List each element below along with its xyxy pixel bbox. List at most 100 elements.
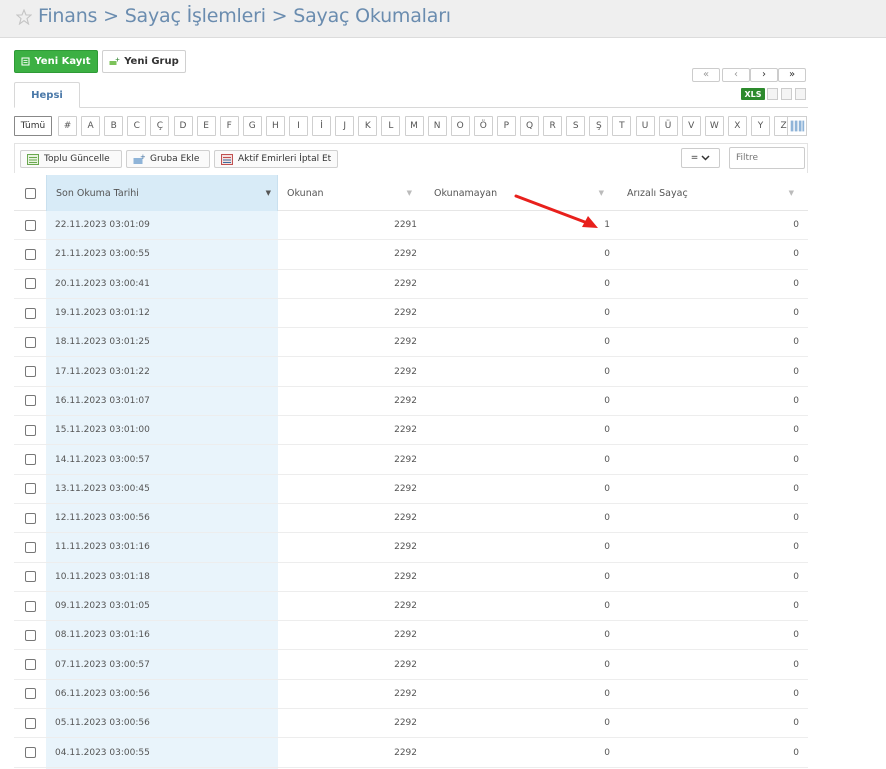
row-checkbox[interactable] [24, 512, 36, 524]
table-row[interactable]: 12.11.2023 03:00:56 2292 0 0 [14, 504, 808, 534]
row-checkbox[interactable] [24, 454, 36, 466]
letter-filter-button[interactable]: Y [751, 116, 770, 136]
letter-filter-button[interactable]: P [496, 116, 516, 136]
table-row[interactable]: 15.11.2023 03:01:00 2292 0 0 [14, 416, 808, 446]
row-checkbox[interactable] [24, 366, 36, 378]
letter-filter-button[interactable]: G [242, 116, 262, 136]
letter-filter-button[interactable]: X [727, 116, 747, 136]
row-checkbox[interactable] [24, 629, 36, 641]
row-checkbox[interactable] [24, 248, 36, 260]
letter-filter-button[interactable]: M [404, 116, 424, 136]
table-row[interactable]: 08.11.2023 03:01:16 2292 0 0 [14, 621, 808, 651]
new-group-button[interactable]: + Yeni Grup [102, 50, 186, 73]
next-page-button[interactable]: › [750, 68, 778, 82]
row-checkbox[interactable] [24, 717, 36, 729]
letter-filter-button[interactable]: Ç [150, 116, 170, 136]
letter-filter-all[interactable]: Tümü [14, 116, 52, 136]
table-row[interactable]: 16.11.2023 03:01:07 2292 0 0 [14, 387, 808, 417]
filter-input[interactable] [729, 147, 805, 169]
letter-filter-button[interactable]: J [335, 116, 355, 136]
row-checkbox[interactable] [24, 483, 36, 495]
row-checkbox[interactable] [24, 659, 36, 671]
letter-filter-button[interactable]: H [265, 116, 285, 136]
letter-filter-button[interactable]: B [104, 116, 124, 136]
xls-export-button[interactable]: XLS [741, 88, 765, 100]
table-row[interactable]: 14.11.2023 03:00:57 2292 0 0 [14, 445, 808, 475]
filter-operator-select[interactable]: = [681, 148, 720, 168]
letter-filter-button[interactable]: F [219, 116, 239, 136]
table-row[interactable]: 22.11.2023 03:01:09 2291 1 0 [14, 211, 808, 241]
table-row[interactable]: 17.11.2023 03:01:22 2292 0 0 [14, 358, 808, 387]
row-checkbox[interactable] [24, 688, 36, 700]
page-header: Finans > Sayaç İşlemleri > Sayaç Okumala… [0, 0, 886, 38]
letter-filter-button[interactable]: İ [312, 116, 332, 136]
table-row[interactable]: 20.11.2023 03:00:41 2292 0 0 [14, 270, 808, 299]
row-checkbox[interactable] [24, 747, 36, 759]
letter-filter-button[interactable]: C [127, 116, 147, 136]
column-header-okunan[interactable]: Okunan ▼ [278, 175, 418, 211]
table-row[interactable]: 13.11.2023 03:00:45 2292 0 0 [14, 475, 808, 504]
row-checkbox[interactable] [24, 336, 36, 348]
letter-filter-button[interactable]: Q [520, 116, 539, 136]
row-checkbox[interactable] [24, 600, 36, 612]
columns-icon[interactable] [787, 116, 807, 136]
letter-filter-button[interactable]: A [81, 116, 101, 136]
letter-filter-button[interactable]: T [612, 116, 632, 136]
row-checkbox[interactable] [24, 571, 36, 583]
letter-filter-button[interactable]: O [450, 116, 470, 136]
letter-filter-button[interactable]: W [704, 116, 724, 136]
letter-filter-button[interactable]: K [358, 116, 378, 136]
letter-filter-button[interactable]: Ş [589, 116, 609, 136]
row-checkbox[interactable] [24, 541, 36, 553]
table-row[interactable]: 10.11.2023 03:01:18 2292 0 0 [14, 563, 808, 592]
letter-filter-button[interactable]: D [173, 116, 193, 136]
row-checkbox-cell [14, 358, 46, 386]
letter-filter-button[interactable]: V [681, 116, 701, 136]
row-checkbox[interactable] [24, 424, 36, 436]
table-row[interactable]: 07.11.2023 03:00:57 2292 0 0 [14, 651, 808, 680]
add-to-group-button[interactable]: + Gruba Ekle [126, 150, 210, 168]
row-checkbox[interactable] [24, 395, 36, 407]
row-checkbox[interactable] [24, 278, 36, 290]
table-row[interactable]: 05.11.2023 03:00:56 2292 0 0 [14, 709, 808, 739]
settings-icon[interactable] [795, 88, 806, 100]
row-checkbox[interactable] [24, 307, 36, 319]
column-header-arizali-sayac[interactable]: Arızalı Sayaç ▼ [618, 175, 800, 211]
table-row[interactable]: 04.11.2023 03:00:55 2292 0 0 [14, 738, 808, 768]
letter-filter-button[interactable]: E [196, 116, 216, 136]
table-row[interactable]: 06.11.2023 03:00:56 2292 0 0 [14, 680, 808, 710]
letter-filter-button[interactable]: Ö [473, 116, 493, 136]
table-row[interactable]: 18.11.2023 03:01:25 2292 0 0 [14, 328, 808, 358]
last-page-button[interactable]: » [778, 68, 806, 82]
letter-filter-button[interactable]: U [635, 116, 655, 136]
select-all-checkbox[interactable] [24, 187, 36, 199]
cancel-active-orders-button[interactable]: Aktif Emirleri İptal Et [214, 150, 338, 168]
breadcrumb-sayac-islemleri[interactable]: Sayaç İşlemleri [125, 5, 266, 27]
new-record-button[interactable]: Yeni Kayıt [14, 50, 98, 73]
column-header-son-okuma-tarihi[interactable]: Son Okuma Tarihi ▼ [46, 175, 278, 211]
cell-arizali-sayac: 0 [793, 454, 799, 465]
row-checkbox[interactable] [24, 219, 36, 231]
export-option-icon[interactable] [767, 88, 778, 100]
first-page-button[interactable]: « [692, 68, 720, 82]
bulk-update-button[interactable]: Toplu Güncelle [20, 150, 122, 168]
table-row[interactable]: 21.11.2023 03:00:55 2292 0 0 [14, 240, 808, 270]
breadcrumb-finans[interactable]: Finans [38, 5, 97, 27]
letter-filter-button[interactable]: N [427, 116, 447, 136]
letter-filter-button[interactable]: L [381, 116, 401, 136]
cell-arizali-sayac: 0 [793, 659, 799, 670]
letter-filter-button[interactable]: Ü [658, 116, 678, 136]
letter-filter-button[interactable]: I [289, 116, 308, 136]
table-row[interactable]: 19.11.2023 03:01:12 2292 0 0 [14, 299, 808, 329]
prev-page-button[interactable]: ‹ [722, 68, 750, 82]
print-icon[interactable] [781, 88, 792, 100]
annotation-arrow-icon [514, 194, 598, 228]
letter-filter-button[interactable]: S [566, 116, 586, 136]
star-icon[interactable] [16, 9, 32, 25]
table-row[interactable]: 09.11.2023 03:01:05 2292 0 0 [14, 592, 808, 622]
letter-filter-button[interactable]: # [58, 116, 77, 136]
table-row[interactable]: 11.11.2023 03:01:16 2292 0 0 [14, 533, 808, 563]
letter-filter-button[interactable]: R [543, 116, 563, 136]
tab-hepsi[interactable]: Hepsi [14, 82, 80, 108]
column-label: Okunan [287, 187, 324, 199]
